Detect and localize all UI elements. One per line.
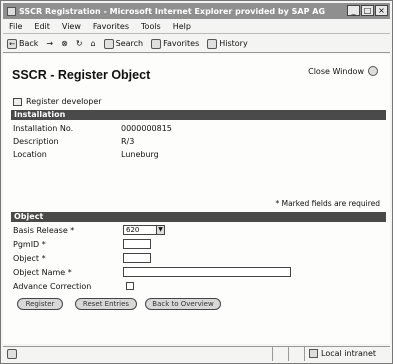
menu-tools[interactable]: Tools [141,22,161,31]
basis-release-value: 620 [126,226,140,234]
intranet-icon [309,349,318,358]
home-button[interactable]: ⌂ [91,39,96,48]
back-arrow-icon: ← [7,38,17,49]
close-window-label: Close Window [308,66,364,76]
menu-view[interactable]: View [62,22,81,31]
search-button[interactable]: Search [103,38,144,49]
basis-release-label: Basis Release * [13,226,75,235]
refresh-button[interactable]: ↻ [76,39,83,48]
register-button[interactable]: Register [17,298,63,310]
advance-correction-checkbox[interactable] [126,282,134,290]
home-icon: ⌂ [90,39,96,48]
chevron-down-icon: ▼ [156,226,164,234]
object-label: Object * [13,254,46,263]
register-developer-label: Register developer [26,97,102,106]
close-window-icon [368,66,378,76]
required-fields-note: * Marked fields are required [275,199,380,208]
favorites-label: Favorites [163,39,200,48]
browser-window: SSCR Registration - Microsoft Internet E… [0,0,393,364]
search-label: Search [115,39,144,48]
page-content: SSCR - Register Object Close Window Regi… [3,54,390,344]
description-value: R/3 [121,137,135,146]
close-window-link[interactable]: Close Window [308,66,378,76]
menu-help[interactable]: Help [173,22,191,31]
favorites-icon [151,38,162,49]
location-label: Location [13,150,47,159]
ie-icon [7,6,16,16]
installation-header: Installation [11,110,386,120]
history-icon [207,38,218,49]
title-bar: SSCR Registration - Microsoft Internet E… [3,3,390,19]
stop-button[interactable]: ⊗ [61,39,68,48]
description-label: Description [13,137,59,146]
developer-icon [13,97,22,106]
menu-file[interactable]: File [9,22,22,31]
zone-indicator: Local intranet [305,349,376,358]
menu-favorites[interactable]: Favorites [93,22,129,31]
pgmid-label: PgmID * [13,240,46,249]
status-segment [289,346,305,361]
page-title: SSCR - Register Object [12,68,151,82]
installation-number-label: Installation No. [13,124,74,133]
history-button[interactable]: History [207,38,248,49]
object-header: Object [11,212,386,222]
register-developer-link[interactable]: Register developer [13,97,102,106]
pgmid-input[interactable] [123,239,151,249]
zone-label: Local intranet [321,349,377,358]
reset-entries-button[interactable]: Reset Entries [75,298,137,310]
status-text-area [3,346,273,361]
forward-arrow-icon: → [46,39,54,48]
browser-toolbar: ← Back → ⊗ ↻ ⌂ Search Favorites History [3,35,390,53]
location-value: Luneburg [121,150,159,159]
minimize-button[interactable]: _ [347,5,360,16]
history-label: History [219,39,248,48]
object-name-label: Object Name * [13,268,72,277]
advance-correction-label: Advance Correction [13,282,92,291]
refresh-icon: ↻ [75,39,83,48]
installation-number-value: 0000000815 [121,124,172,133]
back-to-overview-button[interactable]: Back to Overview [145,298,221,310]
search-icon [103,38,114,49]
status-segment [273,346,289,361]
object-name-input[interactable] [123,267,291,277]
menu-bar: File Edit View Favorites Tools Help [3,20,390,34]
menu-edit[interactable]: Edit [34,22,50,31]
basis-release-select[interactable]: 620 ▼ [123,225,165,235]
window-title: SSCR Registration - Microsoft Internet E… [19,6,326,16]
forward-button[interactable]: → [46,39,53,48]
close-button[interactable]: × [375,5,388,16]
maximize-button[interactable]: □ [361,5,374,16]
window-controls: _ □ × [347,5,388,16]
back-label: Back [19,39,39,48]
stop-icon: ⊗ [61,39,68,48]
status-bar: Local intranet [3,346,390,361]
page-done-icon [7,348,17,359]
favorites-button[interactable]: Favorites [151,38,200,49]
object-input[interactable] [123,253,151,263]
back-button[interactable]: ← Back [7,38,39,49]
